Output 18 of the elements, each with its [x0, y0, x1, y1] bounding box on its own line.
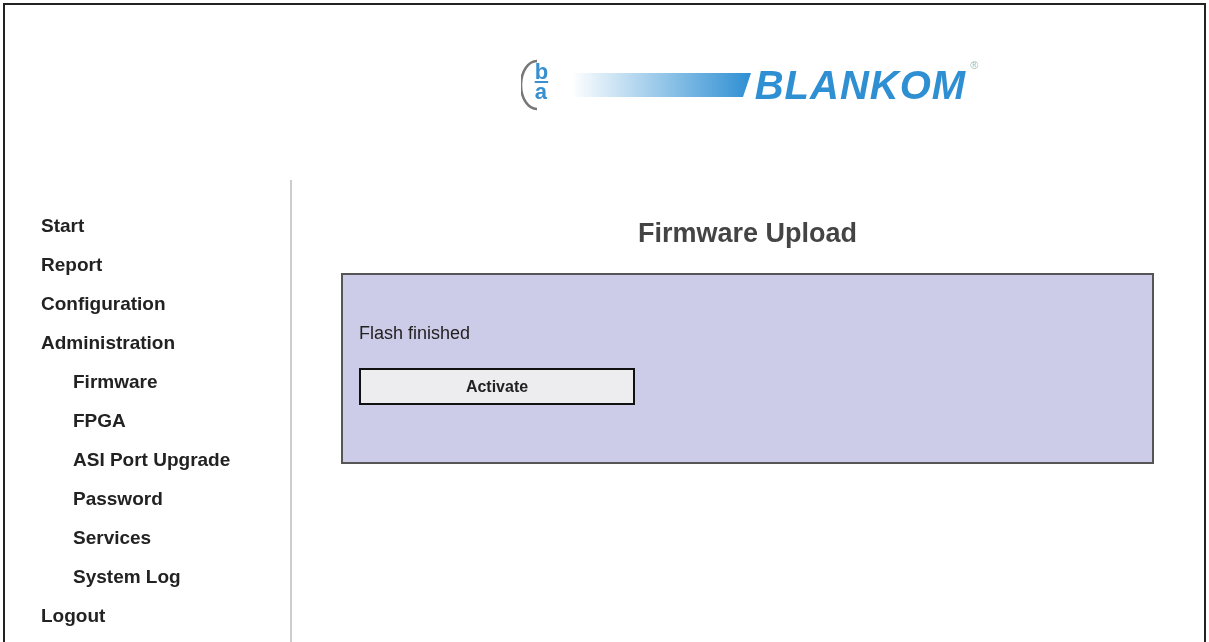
submenu-link[interactable]: FPGA	[73, 401, 126, 440]
logo-letter: a	[534, 81, 547, 103]
page-title: Firmware Upload	[637, 218, 857, 249]
submenu-link[interactable]: System Log	[73, 557, 181, 596]
submenu-link[interactable]: ASI Port Upgrade	[73, 440, 231, 479]
registered-mark: ®	[970, 59, 979, 71]
submenu-link[interactable]: Services	[73, 518, 152, 557]
menu-link[interactable]: Configuration	[41, 284, 166, 323]
submenu-link[interactable]: Firmware	[73, 362, 158, 401]
status-message: Flash finished	[359, 323, 471, 344]
menu-link[interactable]: Administration	[41, 323, 176, 362]
menu-link[interactable]: Logout	[41, 596, 106, 635]
menu-link[interactable]: Start	[41, 206, 85, 245]
menu-link[interactable]: Report	[41, 245, 103, 284]
activate-button[interactable]: Activate	[359, 368, 635, 405]
logo-wordmark: BLANKOM	[754, 65, 967, 105]
submenu-link[interactable]: Password	[73, 479, 163, 518]
logo-letter: b	[534, 61, 549, 83]
